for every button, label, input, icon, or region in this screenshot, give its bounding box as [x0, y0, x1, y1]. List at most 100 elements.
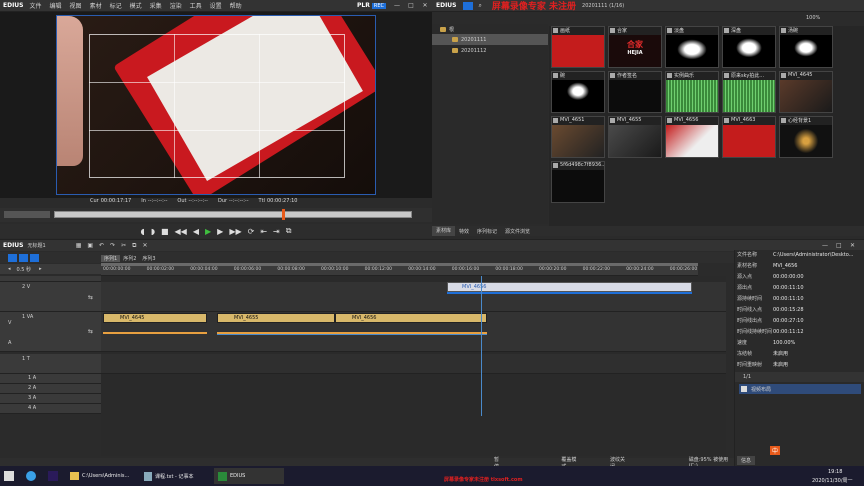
taskbar-edius[interactable]: EDIUS: [214, 468, 284, 484]
clip-thumb-music[interactable]: 实例曲乐: [665, 71, 719, 113]
clip-thumb-sky[interactable]: 原来sky拍此...: [722, 71, 776, 113]
menu-mode[interactable]: 模式: [130, 1, 142, 10]
clip-thumb-dianpan[interactable]: 淡盘: [665, 26, 719, 68]
menu-file[interactable]: 文件: [30, 1, 42, 10]
clip-thumb-wan[interactable]: 碗: [551, 71, 605, 113]
loop-icon[interactable]: ⟳: [248, 227, 255, 236]
tab-effects[interactable]: 特效: [455, 228, 473, 235]
scrub-handle[interactable]: [282, 209, 285, 220]
set-in-icon[interactable]: ◖: [141, 227, 145, 236]
search-icon[interactable]: ⌕: [479, 2, 482, 10]
effect-row[interactable]: 视频布局: [739, 384, 861, 394]
maximize-icon[interactable]: □: [404, 2, 418, 9]
time-ruler[interactable]: 00:00:00:00 00:00:02:00 00:00:04:00 00:00:0…: [101, 263, 698, 276]
clip-1va-mvi4655[interactable]: MVI_4655: [217, 313, 335, 323]
zoom-out-icon[interactable]: ◂: [8, 266, 11, 272]
menu-marker[interactable]: 标记: [110, 1, 122, 10]
clip-thumb-5f6d[interactable]: 5f6d498c7f8936...: [551, 161, 605, 203]
track-header-1t[interactable]: 1 T: [0, 354, 101, 374]
clip-thumb-mvi4645[interactable]: MVI_4645: [779, 71, 833, 113]
copy-icon[interactable]: ⧉: [132, 242, 136, 250]
clip-thumb-signature[interactable]: 作者签名: [608, 71, 662, 113]
clock-time[interactable]: 19:18: [828, 469, 842, 475]
mode-icon-1[interactable]: [8, 253, 17, 262]
zoom-in-icon[interactable]: ▸: [39, 266, 42, 272]
scrub-bar[interactable]: [0, 208, 432, 222]
track-header-4a[interactable]: 4 A: [0, 404, 101, 414]
save-icon[interactable]: ▣: [87, 242, 93, 249]
menu-render[interactable]: 渲染: [170, 1, 182, 10]
tab-source-browser[interactable]: 源文件浏览: [501, 228, 534, 235]
zoom-level[interactable]: 0.5 秒: [17, 266, 32, 273]
cut-icon[interactable]: ✂: [121, 242, 126, 249]
tab-seq3[interactable]: 序列3: [139, 255, 158, 262]
start-button[interactable]: [0, 468, 20, 484]
clip-thumb-mvi4651[interactable]: MVI_4651: [551, 116, 605, 158]
playhead[interactable]: [481, 276, 482, 416]
scrub-track[interactable]: [54, 211, 412, 218]
menu-edit[interactable]: 编辑: [50, 1, 62, 10]
tab-seq2[interactable]: 序列2: [120, 255, 139, 262]
delete-icon[interactable]: ✕: [142, 242, 147, 249]
insert-icon[interactable]: ⇤: [260, 227, 267, 236]
overwrite-icon[interactable]: ⇥: [273, 227, 280, 236]
redo-icon[interactable]: ↷: [110, 242, 115, 249]
tab-seq-markers[interactable]: 序列标记: [473, 228, 501, 235]
track-1va-sync-icon[interactable]: ⇆: [88, 328, 93, 335]
track-header-3a[interactable]: 3 A: [0, 394, 101, 404]
close-icon[interactable]: ✕: [418, 2, 432, 9]
bin-zoom[interactable]: 100%: [806, 15, 820, 21]
menu-clip[interactable]: 素材: [90, 1, 102, 10]
menu-view[interactable]: 视图: [70, 1, 82, 10]
menu-help[interactable]: 帮助: [230, 1, 242, 10]
track-header-2a[interactable]: 2 A: [0, 384, 101, 394]
stop-icon[interactable]: ■: [161, 227, 169, 236]
set-out-icon[interactable]: ◗: [151, 227, 155, 236]
undo-icon[interactable]: ↶: [99, 242, 104, 249]
plr-label[interactable]: PLR: [357, 2, 370, 9]
maximize-tl-icon[interactable]: □: [836, 242, 850, 249]
clip-thumb-xinjing[interactable]: 心经背景1: [779, 116, 833, 158]
folder-icon[interactable]: [462, 1, 473, 10]
tab-seq1[interactable]: 序列1: [101, 255, 121, 262]
step-back-icon[interactable]: ◀: [193, 227, 199, 236]
taskbar-app-d[interactable]: [22, 468, 40, 484]
track-2v-sync-icon[interactable]: ⇆: [88, 294, 93, 301]
clip-thumb-mvi4656[interactable]: MVI_4656: [665, 116, 719, 158]
menu-settings[interactable]: 设置: [210, 1, 222, 10]
track-area[interactable]: MVI_4656 MVI_4645 MVI_4655 MVI_4656: [101, 276, 726, 456]
tab-bin[interactable]: 素材库: [432, 226, 456, 236]
clip-thumb-huazhi[interactable]: 画纸: [551, 26, 605, 68]
track-header-1a[interactable]: 1 A: [0, 374, 101, 384]
clip-thumb-mvi4655[interactable]: MVI_4655: [608, 116, 662, 158]
taskbar-premiere[interactable]: [44, 468, 62, 484]
checkbox-icon[interactable]: [741, 386, 747, 392]
clip-thumb-mvi4663[interactable]: MVI_4663: [722, 116, 776, 158]
folder-20201111[interactable]: 20201111: [432, 34, 548, 45]
minimize-icon[interactable]: —: [390, 2, 404, 9]
clip-thumb-shenpan[interactable]: 深盘: [722, 26, 776, 68]
clip-2v-mvi4656[interactable]: MVI_4656: [447, 282, 692, 292]
clock-date[interactable]: 2020/11/30/周一: [812, 477, 853, 484]
rec-label[interactable]: REC: [371, 2, 386, 9]
close-tl-icon[interactable]: ✕: [850, 242, 864, 249]
rewind-icon[interactable]: ◀◀: [175, 227, 187, 236]
clip-1va-mvi4656[interactable]: MVI_4656: [335, 313, 487, 323]
export-icon[interactable]: ⧉: [286, 226, 292, 236]
mode-icon-3[interactable]: [30, 253, 39, 262]
minimize-tl-icon[interactable]: —: [822, 242, 836, 249]
fast-forward-icon[interactable]: ▶▶: [229, 227, 241, 236]
play-icon[interactable]: ▶: [205, 227, 211, 236]
info-footer-tab[interactable]: 信息: [737, 456, 756, 465]
taskbar-explorer[interactable]: C:\Users\Adminis...: [66, 468, 136, 484]
preview-image[interactable]: [56, 15, 376, 195]
step-forward-icon[interactable]: ▶: [217, 227, 223, 236]
ime-indicator[interactable]: 中: [770, 446, 781, 455]
sequence-icon[interactable]: ▦: [76, 242, 82, 249]
clip-thumb-hejia[interactable]: 合家 合家 HEJIA: [608, 26, 662, 68]
folder-root[interactable]: 根: [432, 24, 548, 34]
folder-20201112[interactable]: 20201112: [432, 45, 548, 56]
menu-capture[interactable]: 采集: [150, 1, 162, 10]
taskbar-notepad[interactable]: 课程.txt - 记事本: [140, 468, 212, 484]
menu-tools[interactable]: 工具: [190, 1, 202, 10]
